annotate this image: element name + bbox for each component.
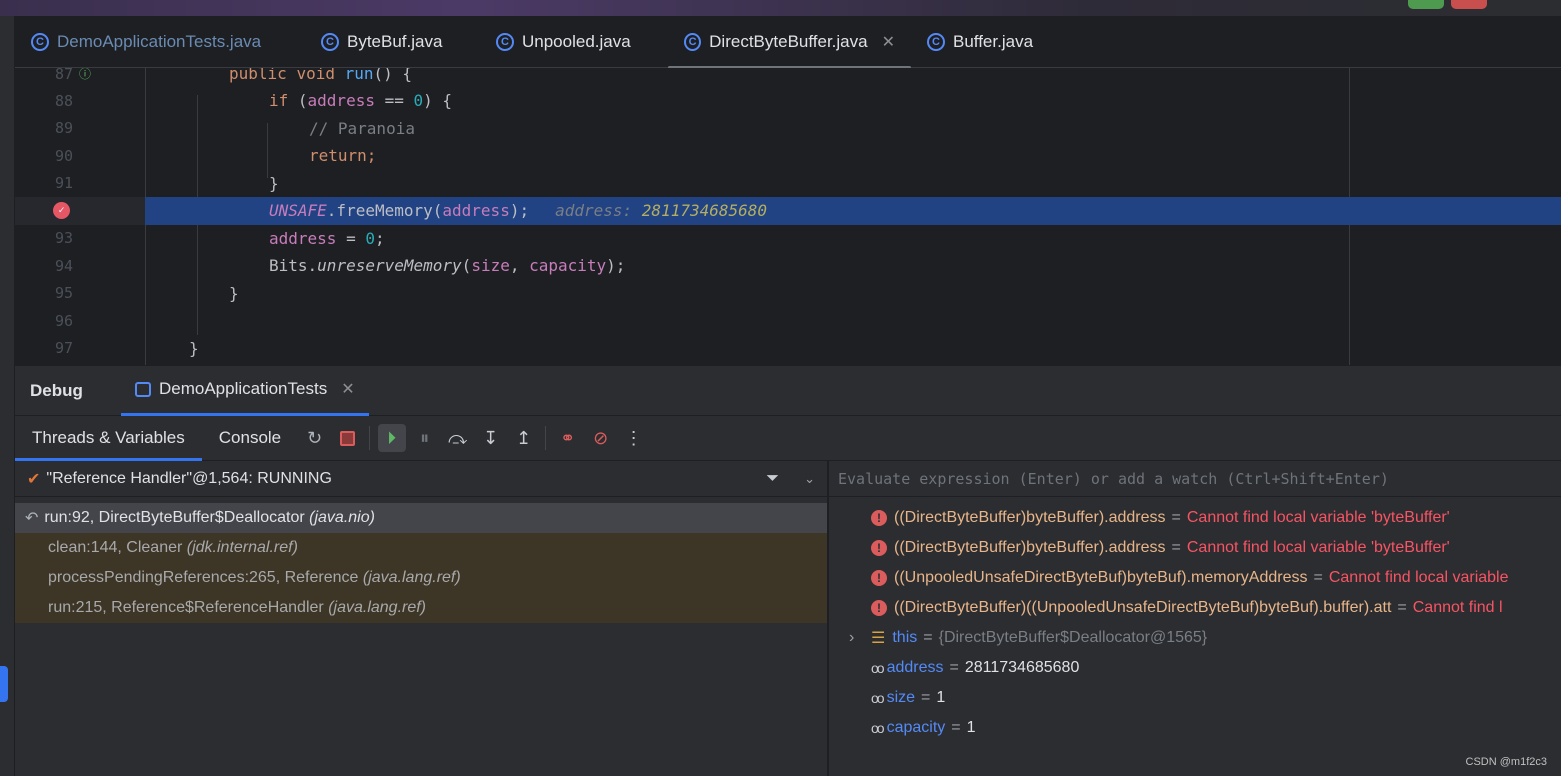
- debug-title: Debug: [30, 380, 83, 400]
- tab-directbytebuffer[interactable]: C DirectByteBuffer.java ✕: [668, 16, 911, 69]
- return-icon: ↶: [25, 510, 39, 527]
- tab-console[interactable]: Console: [202, 416, 298, 461]
- variable-address[interactable]: oo address = 2811734685680: [829, 653, 1561, 683]
- code-line: 91}: [54, 173, 279, 193]
- step-over-icon[interactable]: ⤼: [444, 424, 472, 452]
- code-line: 93 address = 0;: [54, 228, 385, 248]
- run-widget[interactable]: [1408, 0, 1444, 9]
- watermark: CSDN @m1f2c3: [1465, 756, 1547, 768]
- tool-window-strip: [0, 16, 15, 776]
- check-icon: ✔: [27, 470, 41, 488]
- more-icon[interactable]: ⋮: [620, 424, 648, 452]
- evaluate-expression-input[interactable]: Evaluate expression (Enter) or add a wat…: [829, 461, 1561, 497]
- thread-selector[interactable]: ✔ "Reference Handler"@1,564: RUNNING ⏷ ⌄: [15, 461, 827, 497]
- class-icon: C: [321, 32, 339, 51]
- tab-unpooled[interactable]: C Unpooled.java: [480, 16, 668, 68]
- implements-icon[interactable]: ⓘ: [79, 68, 91, 82]
- variables-panel: Evaluate expression (Enter) or add a wat…: [828, 461, 1561, 776]
- variable-this[interactable]: › ☰ this = {DirectByteBuffer$Deallocator@156…: [829, 623, 1561, 653]
- code-editor[interactable]: 87 ⓘ public void run() { 88 if (address == …: [15, 68, 1561, 365]
- debug-tool-button[interactable]: [0, 666, 8, 702]
- stack-frame[interactable]: ↶ run:92, DirectByteBuffer$Deallocator (j…: [15, 503, 827, 533]
- watch-glasses-icon: oo: [871, 660, 885, 676]
- run-config-icon: [135, 381, 151, 397]
- current-execution-line: UNSAFE.freeMemory(address); address: 2811…: [145, 197, 1561, 225]
- resume-icon[interactable]: ⏵: [377, 424, 406, 452]
- watch-item[interactable]: ! ((DirectByteBuffer)byteBuffer).address =…: [829, 503, 1561, 533]
- class-icon: C: [496, 32, 514, 51]
- step-into-icon[interactable]: ↧: [477, 424, 505, 452]
- watch-glasses-icon: oo: [871, 720, 885, 736]
- debug-toolbar: Threads & Variables Console ↻ ⏵ ⏸ ⤼ ↧ ↥ …: [15, 416, 1561, 461]
- code-line: 87 ⓘ public void run() {: [15, 68, 1561, 88]
- code-line: 96: [54, 311, 73, 330]
- error-icon: !: [871, 570, 887, 586]
- breakpoint-icon[interactable]: ✓: [53, 202, 70, 220]
- object-icon: ☰: [871, 630, 886, 647]
- tab-buffer[interactable]: C Buffer.java: [911, 16, 1049, 68]
- rerun-icon[interactable]: ↻: [301, 424, 329, 452]
- error-icon: !: [871, 600, 887, 616]
- variable-size[interactable]: oo size = 1: [829, 683, 1561, 713]
- error-icon: !: [871, 540, 887, 556]
- variable-capacity[interactable]: oo capacity = 1: [829, 713, 1561, 743]
- watch-item[interactable]: ! ((DirectByteBuffer)byteBuffer).address =…: [829, 533, 1561, 563]
- step-out-icon[interactable]: ↥: [510, 424, 538, 452]
- frames-panel: ✔ "Reference Handler"@1,564: RUNNING ⏷ ⌄…: [15, 461, 827, 776]
- code-line: 94 Bits.unreserveMemory(size, capacity);: [54, 256, 626, 276]
- class-icon: C: [31, 32, 49, 51]
- close-icon[interactable]: ✕: [882, 32, 895, 52]
- stack-frame[interactable]: run:215, Reference$ReferenceHandler (jav…: [15, 593, 827, 623]
- editor-tabs: C DemoApplicationTests.java C ByteBuf.java…: [15, 16, 1561, 69]
- close-icon[interactable]: ✕: [341, 379, 354, 399]
- stack-frame[interactable]: clean:144, Cleaner (jdk.internal.ref): [15, 533, 827, 563]
- watch-item[interactable]: ! ((UnpooledUnsafeDirectByteBuf)byteBuf).…: [829, 563, 1561, 593]
- code-line: 89// Paranoia: [54, 118, 415, 138]
- debug-header: Debug DemoApplicationTests ✕: [15, 365, 1561, 416]
- tab-bytebuf[interactable]: C ByteBuf.java: [305, 16, 480, 68]
- chevron-right-icon[interactable]: ›: [849, 629, 854, 647]
- watch-item[interactable]: ! ((DirectByteBuffer)((UnpooledUnsafeDire…: [829, 593, 1561, 623]
- error-icon: !: [871, 510, 887, 526]
- tab-demo-application-tests[interactable]: C DemoApplicationTests.java: [15, 16, 305, 68]
- code-line: 90 return;: [54, 146, 377, 166]
- chevron-down-icon[interactable]: ⌄: [804, 471, 815, 487]
- stack-frame[interactable]: processPendingReferences:265, Reference …: [15, 563, 827, 593]
- stop-widget[interactable]: [1451, 0, 1487, 9]
- filter-icon[interactable]: ⏷: [766, 470, 779, 488]
- view-breakpoints-icon[interactable]: ⚭: [554, 424, 582, 452]
- tab-threads-variables[interactable]: Threads & Variables: [15, 416, 202, 461]
- code-line: 97}: [54, 338, 199, 358]
- code-line: 95}: [54, 283, 239, 303]
- pause-icon[interactable]: ⏸: [411, 424, 439, 452]
- class-icon: C: [927, 32, 945, 51]
- code-line: 88 if (address == 0) {: [54, 91, 453, 111]
- mute-breakpoints-icon[interactable]: ⊘: [587, 424, 615, 452]
- watch-glasses-icon: oo: [871, 690, 885, 706]
- stop-icon[interactable]: [334, 424, 362, 452]
- title-bar: [0, 0, 1561, 16]
- class-icon: C: [684, 32, 702, 51]
- tab-debug-session[interactable]: DemoApplicationTests ✕: [121, 365, 369, 416]
